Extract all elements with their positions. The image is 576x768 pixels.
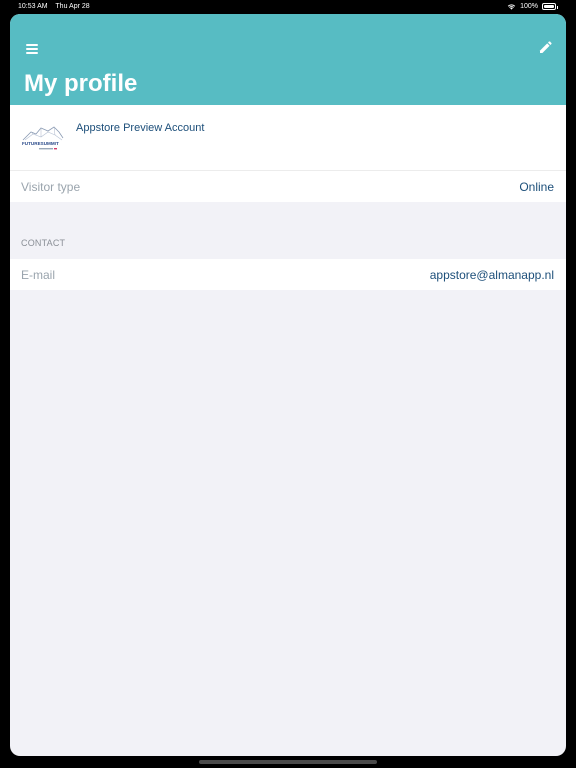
app-window: My profile FUTURESUMMIT Appstore Preview… [10,14,566,756]
visitor-type-label: Visitor type [21,180,81,194]
battery-percent: 100% [520,3,538,10]
status-left: 10:53 AM Thu Apr 28 [18,3,96,10]
status-right: 100% [507,3,558,10]
home-indicator[interactable] [199,760,377,764]
email-row[interactable]: E-mail appstore@almanapp.nl [10,259,566,290]
wifi-icon [507,4,516,10]
account-name: Appstore Preview Account [76,122,205,134]
page-title: My profile [24,70,138,97]
contact-section-label: CONTACT [21,238,66,248]
future-summit-logo: FUTURESUMMIT [22,126,64,150]
visitor-type-value: Online [519,180,554,194]
pencil-icon[interactable] [538,41,552,55]
status-time: 10:53 AM [18,3,48,10]
status-date: Thu Apr 28 [55,3,90,10]
email-value[interactable]: appstore@almanapp.nl [430,268,554,282]
header: My profile [10,14,566,105]
svg-text:FUTURESUMMIT: FUTURESUMMIT [22,141,59,146]
profile-card[interactable]: FUTURESUMMIT Appstore Preview Account [10,105,566,171]
status-bar: 10:53 AM Thu Apr 28 100% [0,0,576,14]
contact-section-header: CONTACT [10,202,566,259]
hamburger-menu-icon[interactable] [26,44,38,54]
battery-icon [542,3,558,10]
visitor-type-row: Visitor type Online [10,171,566,202]
email-label: E-mail [21,268,56,282]
